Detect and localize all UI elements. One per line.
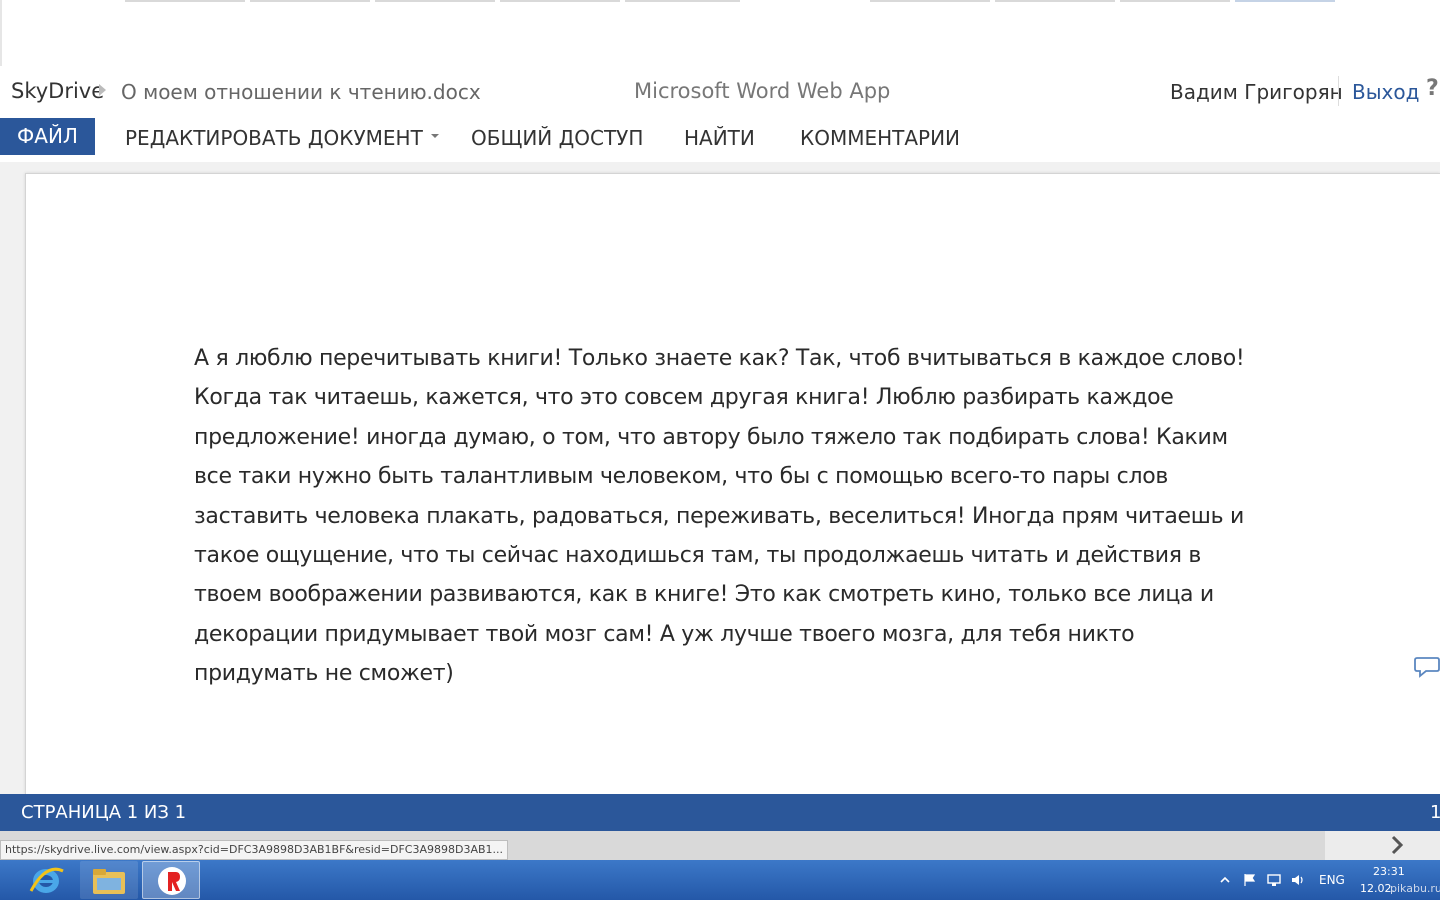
tab-strip-edge (0, 0, 2, 66)
status-bar: СТРАНИЦА 1 ИЗ 1 1 (0, 794, 1440, 831)
browser-tab-strip (0, 0, 1440, 66)
status-url: https://skydrive.live.com/view.aspx?cid=… (0, 840, 509, 860)
user-name[interactable]: Вадим Григорян (1170, 80, 1343, 104)
document-line: предложение! иногда думаю, о том, что ав… (194, 424, 1228, 450)
document-line: Когда так читаешь, кажется, что это совс… (194, 385, 1174, 411)
tab-edit-document[interactable]: РЕДАКТИРОВАТЬ ДОКУМЕНТ (125, 118, 439, 155)
folder-icon (93, 869, 125, 894)
browser-tab[interactable] (375, 0, 495, 2)
app-name: Microsoft Word Web App (634, 79, 891, 103)
app-header: SkyDrive О моем отношении к чтению.docx … (0, 66, 1440, 118)
document-line: заставить человека плакать, радоваться, … (194, 503, 1244, 529)
browser-tab[interactable] (625, 0, 740, 2)
breadcrumb-skydrive[interactable]: SkyDrive (11, 79, 104, 103)
network-icon[interactable] (1266, 872, 1282, 888)
document-line: все таки нужно быть талантливым человеко… (194, 464, 1169, 490)
header-divider (1338, 76, 1339, 106)
internet-explorer-icon (29, 867, 64, 893)
clock-time[interactable]: 23:31 (1373, 865, 1405, 878)
action-center-flag-icon[interactable] (1242, 872, 1258, 888)
language-indicator[interactable]: ENG (1319, 873, 1345, 913)
watermark: pikabu.ru (1390, 882, 1440, 895)
tab-comments[interactable]: КОММЕНТАРИИ (800, 118, 960, 155)
internet-explorer-button[interactable] (17, 861, 75, 899)
status-zoom[interactable]: 1 (1430, 802, 1440, 823)
tab-share[interactable]: ОБЩИЙ ДОСТУП (471, 118, 643, 155)
yandex-browser-button[interactable] (142, 861, 200, 899)
browser-tab[interactable] (250, 0, 370, 2)
document-line: А я люблю перечитывать книги! Только зна… (194, 346, 1245, 371)
document-body: А я люблю перечитывать книги! Только зна… (194, 339, 1304, 694)
document-title: О моем отношении к чтению.docx (121, 80, 481, 104)
page-count: СТРАНИЦА 1 ИЗ 1 (21, 802, 187, 823)
document-line: такое ощущение, что ты сейчас находишься… (194, 543, 1202, 569)
document-line: придумать не сможет) (194, 661, 454, 687)
chevron-down-icon (430, 133, 439, 138)
browser-tab[interactable] (1235, 0, 1335, 2)
tab-edit-document-label: РЕДАКТИРОВАТЬ ДОКУМЕНТ (125, 126, 423, 150)
browser-tab[interactable] (995, 0, 1115, 2)
tab-find[interactable]: НАЙТИ (684, 118, 755, 155)
ribbon: ФАЙЛ РЕДАКТИРОВАТЬ ДОКУМЕНТ ОБЩИЙ ДОСТУП… (0, 118, 1440, 158)
tray-expand-icon[interactable] (1219, 874, 1231, 886)
document-page: А я люблю перечитывать книги! Только зна… (25, 173, 1440, 794)
browser-tab[interactable] (870, 0, 990, 2)
file-explorer-button[interactable] (80, 861, 138, 899)
sign-out-link[interactable]: Выход (1352, 80, 1419, 104)
yandex-browser-icon (158, 867, 186, 895)
scroll-right-icon[interactable] (1386, 834, 1408, 856)
document-line: декорации придумывает твой мозг сам! А у… (194, 621, 1135, 647)
breadcrumb-separator-icon (99, 84, 106, 96)
document-area: А я люблю перечитывать книги! Только зна… (0, 162, 1440, 794)
volume-icon[interactable] (1290, 872, 1306, 888)
browser-tab[interactable] (500, 0, 620, 2)
browser-tab[interactable] (1120, 0, 1230, 2)
tab-file[interactable]: ФАЙЛ (0, 118, 95, 155)
comment-icon[interactable] (1414, 655, 1440, 679)
browser-tab[interactable] (125, 0, 245, 2)
taskbar: ENG 23:31 12.02. (0, 860, 1440, 900)
help-icon[interactable]: ? (1426, 76, 1439, 101)
document-line: твоем воображении развиваются, как в кни… (194, 582, 1214, 608)
